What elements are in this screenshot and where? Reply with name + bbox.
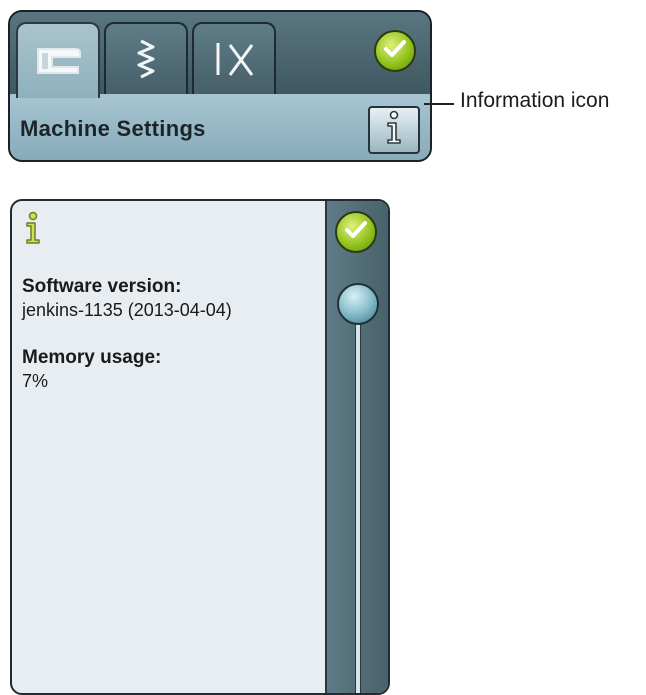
sewing-machine-icon xyxy=(32,43,84,79)
software-version-label: Software version: xyxy=(22,276,182,297)
zigzag-stitch-icon xyxy=(131,37,161,81)
dialog-side-bar xyxy=(325,201,388,693)
information-icon xyxy=(381,110,407,151)
callout-label: Information icon xyxy=(460,89,610,112)
software-version-value: jenkins-1135 (2013-04-04) xyxy=(22,300,232,320)
checkmark-icon xyxy=(344,220,368,245)
settings-header-panel: Machine Settings xyxy=(8,10,432,162)
confirm-button[interactable] xyxy=(374,30,416,72)
scrollbar-handle[interactable] xyxy=(337,283,379,325)
callout-line xyxy=(424,103,454,105)
needle-scissors-icon xyxy=(208,37,260,81)
tab-strip xyxy=(10,12,430,98)
info-dialog: Software version: jenkins-1135 (2013-04-… xyxy=(10,199,390,695)
tab-stitch[interactable] xyxy=(104,22,188,94)
tab-sewing-machine[interactable] xyxy=(16,22,100,98)
page-title: Machine Settings xyxy=(20,116,206,141)
memory-usage-label: Memory usage: xyxy=(22,347,162,368)
tab-tools[interactable] xyxy=(192,22,276,94)
memory-usage-value: 7% xyxy=(22,371,49,391)
information-icon xyxy=(24,211,42,250)
scrollbar-track[interactable] xyxy=(355,319,361,693)
title-bar: Machine Settings xyxy=(10,94,430,160)
info-button[interactable] xyxy=(368,106,420,154)
confirm-button[interactable] xyxy=(335,211,377,253)
checkmark-icon xyxy=(383,39,407,64)
info-dialog-content: Software version: jenkins-1135 (2013-04-… xyxy=(12,201,327,693)
